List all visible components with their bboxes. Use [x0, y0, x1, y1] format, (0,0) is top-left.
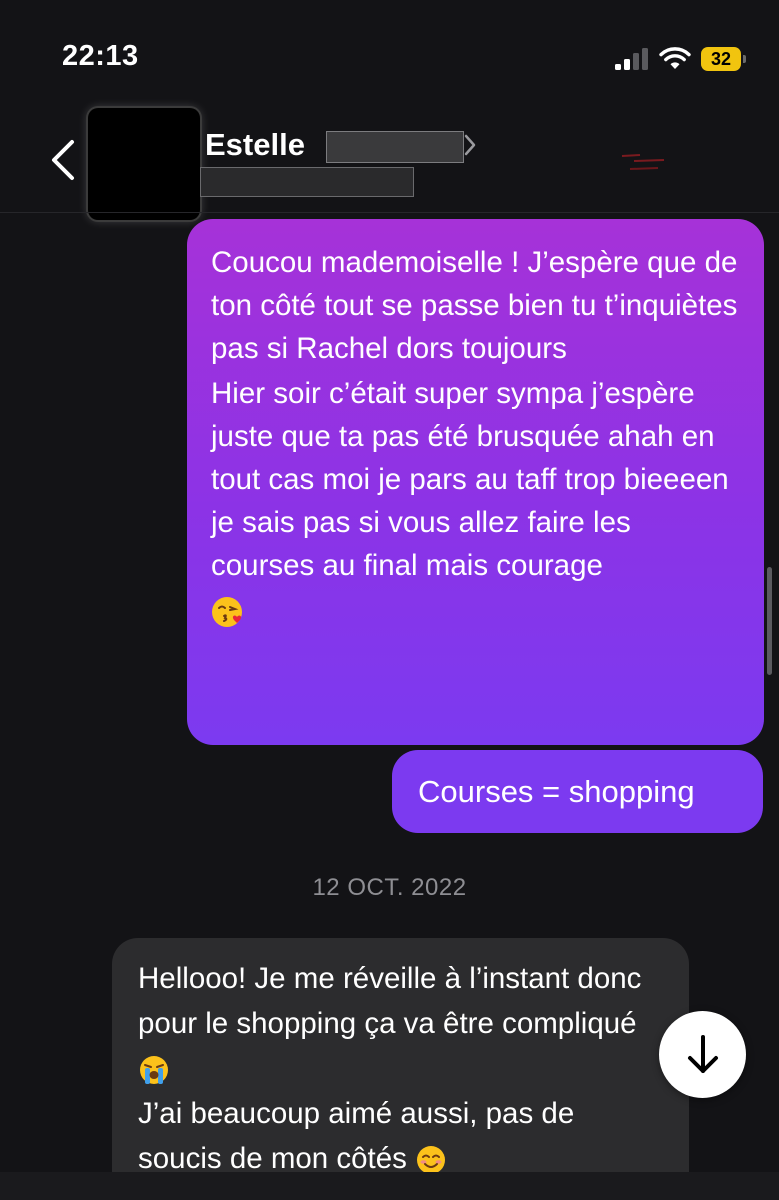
message-text: Coucou mademoiselle ! J’espère que de to… [211, 246, 738, 365]
scroll-to-bottom-button[interactable] [659, 1011, 746, 1098]
chat-screen: 22:13 32 Estelle Coucou mademoiselle ! J… [0, 0, 779, 1200]
message-text-line: J’ai beaucoup aimé aussi, pas de soucis … [138, 1091, 663, 1181]
status-indicators: 32 [615, 44, 746, 74]
face-blowing-a-kiss-icon [212, 597, 242, 628]
sent-message-bubble[interactable]: Coucou mademoiselle ! J’espère que de to… [187, 219, 764, 745]
wifi-icon [659, 47, 691, 69]
chevron-left-icon[interactable] [48, 138, 78, 182]
status-time: 22:13 [62, 40, 139, 72]
contact-name[interactable]: Estelle [205, 127, 305, 163]
contact-avatar[interactable] [88, 108, 200, 220]
message-text: Hellooo! Je me réveille à l’instant donc… [138, 962, 642, 1040]
date-separator: 12 OCT. 2022 [312, 874, 467, 901]
message-text: Hier soir c’était super sympa j’espère j… [211, 377, 729, 582]
bottom-edge [0, 1172, 779, 1200]
message-text: J’ai beaucoup aimé aussi, pas de soucis … [138, 1097, 575, 1175]
redaction-block [200, 167, 414, 197]
message-text: Courses = shopping [418, 774, 695, 809]
message-text-line: Hellooo! Je me réveille à l’instant donc… [138, 956, 663, 1091]
red-mark-icon [621, 154, 665, 170]
battery-level: 32 [710, 48, 732, 69]
loudly-crying-face-icon [140, 1056, 168, 1085]
battery-indicator: 32 [701, 47, 746, 71]
redaction-block [326, 131, 464, 163]
scrollbar[interactable] [767, 567, 772, 675]
arrow-down-icon [687, 1034, 718, 1073]
received-message-bubble[interactable]: Hellooo! Je me réveille à l’instant donc… [112, 938, 689, 1200]
header-divider [0, 212, 779, 213]
sent-message-bubble[interactable]: Courses = shopping [392, 750, 763, 833]
cellular-signal-icon [615, 48, 648, 70]
chevron-right-icon[interactable] [462, 132, 478, 158]
